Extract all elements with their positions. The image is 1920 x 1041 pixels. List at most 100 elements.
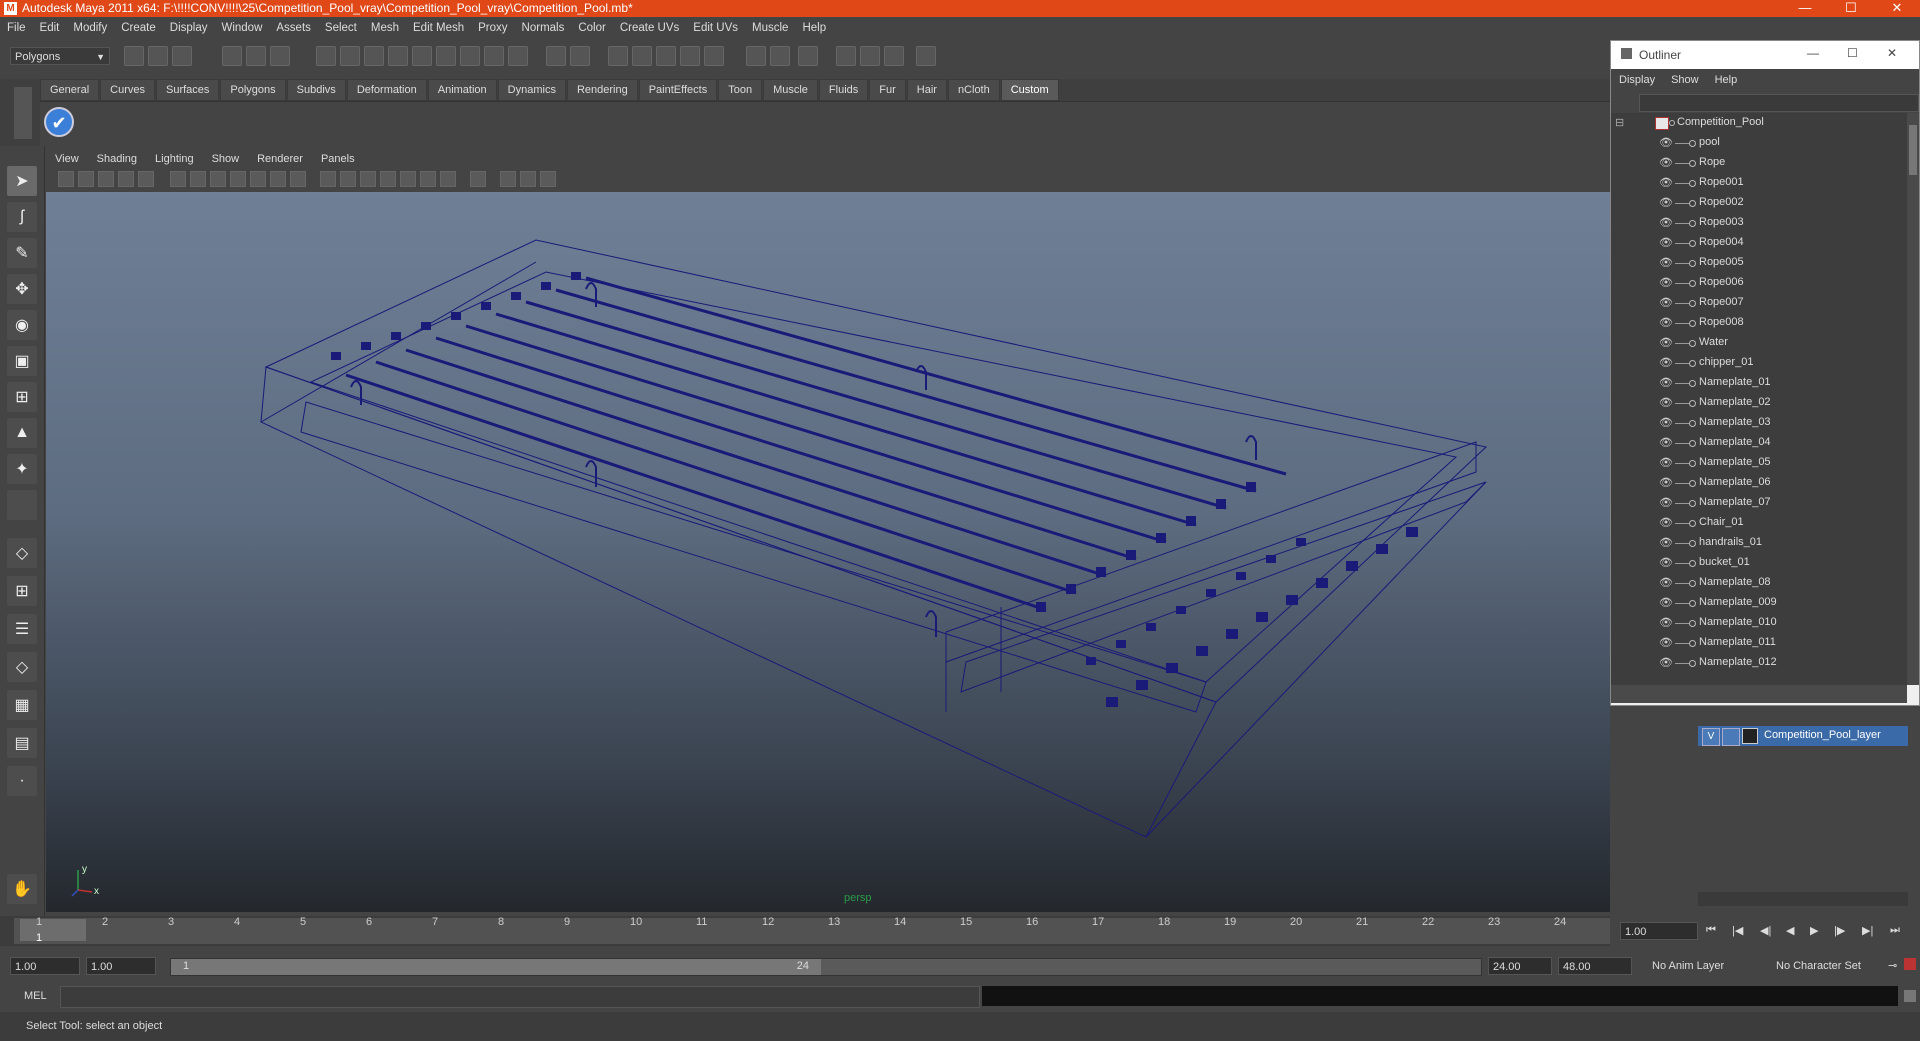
menu-display[interactable]: Display — [163, 22, 215, 34]
anim-layer-selector[interactable]: No Anim Layer — [1648, 957, 1758, 975]
outliner-item[interactable]: 👁 Nameplate_011 — [1611, 633, 1907, 653]
outliner-item[interactable]: 👁 bucket_01 — [1611, 553, 1907, 573]
universal-manipulator-icon[interactable]: ⊞ — [7, 382, 37, 412]
layout-outliner-pane-icon[interactable]: ☰ — [7, 614, 37, 644]
script-editor-icon[interactable] — [1904, 990, 1916, 1002]
outliner-item[interactable]: 👁 Nameplate_02 — [1611, 393, 1907, 413]
xray-icon[interactable] — [500, 171, 516, 187]
outliner-item[interactable]: 👁 Rope003 — [1611, 213, 1907, 233]
render-view-icon[interactable] — [836, 46, 856, 66]
select-surfaces-icon[interactable] — [412, 46, 432, 66]
new-scene-icon[interactable] — [124, 46, 144, 66]
current-frame-marker[interactable]: 1 — [20, 919, 86, 944]
outliner-item[interactable]: 👁 Nameplate_012 — [1611, 653, 1907, 673]
outliner-vertical-scrollbar[interactable] — [1907, 113, 1919, 685]
outliner-item[interactable]: 👁 Nameplate_07 — [1611, 493, 1907, 513]
outliner-item[interactable]: 👁 pool — [1611, 133, 1907, 153]
outliner-item[interactable]: 👁 Rope — [1611, 153, 1907, 173]
shelf-tab-toon[interactable]: Toon — [718, 79, 763, 101]
go-to-end-icon[interactable]: ⏭ — [1890, 924, 1900, 937]
resolution-gate-icon[interactable] — [210, 171, 226, 187]
menu-set-selector[interactable]: Polygons ▼ — [10, 47, 110, 65]
shelf-menu-handle[interactable] — [14, 87, 32, 139]
playback-start-field[interactable]: 1.00 — [86, 957, 156, 975]
camera-attributes-icon[interactable] — [78, 171, 94, 187]
layer-template-toggle[interactable] — [1722, 728, 1740, 746]
panel-menu-shading[interactable]: Shading — [88, 153, 146, 165]
layer-visibility-toggle[interactable]: V — [1702, 728, 1720, 746]
outliner-maximize-button[interactable]: ☐ — [1847, 46, 1858, 60]
menu-proxy[interactable]: Proxy — [471, 22, 514, 34]
outliner-item[interactable]: 👁 Rope002 — [1611, 193, 1907, 213]
open-scene-icon[interactable] — [148, 46, 168, 66]
select-handles-icon[interactable] — [340, 46, 360, 66]
select-tool-icon[interactable]: ➤ — [7, 166, 37, 196]
outliner-close-button[interactable]: ✕ — [1887, 46, 1897, 60]
render-frame-icon[interactable] — [798, 46, 818, 66]
last-tool-icon[interactable] — [7, 490, 37, 520]
time-slider-track[interactable] — [14, 918, 1618, 944]
shelf-tab-animation[interactable]: Animation — [427, 79, 497, 101]
perspective-viewport[interactable]: x y persp — [46, 192, 1610, 912]
ipr-render-icon[interactable] — [860, 46, 880, 66]
lock-selection-icon[interactable] — [546, 46, 566, 66]
outliner-item[interactable]: 👁 Nameplate_03 — [1611, 413, 1907, 433]
scrollbar-thumb[interactable] — [1909, 125, 1917, 175]
menu-select[interactable]: Select — [318, 22, 364, 34]
isolate-select-icon[interactable] — [470, 171, 486, 187]
move-tool-icon[interactable]: ✥ — [7, 274, 37, 304]
select-misc-icon[interactable] — [508, 46, 528, 66]
range-slider-handle[interactable]: 1 24 — [171, 959, 821, 975]
shelf-tab-painteffects[interactable]: PaintEffects — [638, 79, 718, 101]
grid-icon[interactable] — [170, 171, 186, 187]
save-scene-icon[interactable] — [172, 46, 192, 66]
panel-menu-view[interactable]: View — [46, 153, 88, 165]
make-live-icon[interactable] — [704, 46, 724, 66]
outliner-item[interactable]: 👁 Nameplate_05 — [1611, 453, 1907, 473]
2d-pan-zoom-icon[interactable] — [138, 171, 154, 187]
outliner-item[interactable]: 👁 Rope007 — [1611, 293, 1907, 313]
menu-edit-uvs[interactable]: Edit UVs — [686, 22, 745, 34]
range-slider[interactable]: 1 24 — [170, 958, 1482, 976]
shelf-tab-hair[interactable]: Hair — [906, 79, 947, 101]
shelf-tab-rendering[interactable]: Rendering — [566, 79, 638, 101]
show-manipulator-icon[interactable]: ✦ — [7, 454, 37, 484]
outliner-item[interactable]: 👁 Nameplate_009 — [1611, 593, 1907, 613]
history-icon[interactable] — [770, 46, 790, 66]
time-slider[interactable]: 1 1 2 3 4 5 6 7 8 9 10 11 12 13 14 15 16… — [0, 916, 1618, 946]
select-camera-icon[interactable] — [58, 171, 74, 187]
gate-mask-icon[interactable] — [230, 171, 246, 187]
panel-menu-lighting[interactable]: Lighting — [146, 153, 203, 165]
menu-create[interactable]: Create — [114, 22, 163, 34]
layer-scrollbar[interactable] — [1698, 892, 1908, 906]
outliner-item[interactable]: 👁 Nameplate_08 — [1611, 573, 1907, 593]
outliner-item[interactable]: 👁 handrails_01 — [1611, 533, 1907, 553]
shelf-tab-polygons[interactable]: Polygons — [220, 79, 286, 101]
hypershade-icon[interactable] — [916, 46, 936, 66]
maya-hand-icon[interactable]: ✋ — [7, 874, 37, 904]
outliner-minimize-button[interactable]: — — [1807, 46, 1819, 60]
rotate-tool-icon[interactable]: ◉ — [7, 310, 37, 340]
character-set-selector[interactable]: No Character Set — [1772, 957, 1882, 975]
panel-menu-renderer[interactable]: Renderer — [248, 153, 312, 165]
textured-icon[interactable] — [380, 171, 396, 187]
layout-four-pane-icon[interactable]: ⊞ — [7, 576, 37, 606]
command-language-label[interactable]: MEL — [24, 990, 47, 1002]
layout-single-pane-icon[interactable]: ◇ — [7, 538, 37, 568]
step-back-key-icon[interactable]: ◀| — [1760, 924, 1771, 937]
end-time-field[interactable]: 48.00 — [1558, 957, 1632, 975]
shelf-tab-dynamics[interactable]: Dynamics — [497, 79, 566, 101]
bookmarks-icon[interactable] — [98, 171, 114, 187]
mask-icon[interactable] — [316, 46, 336, 66]
shelf-tab-custom[interactable]: Custom — [1000, 79, 1059, 101]
outliner-item[interactable]: 👁 Rope008 — [1611, 313, 1907, 333]
current-time-field[interactable]: 1.00 — [1620, 922, 1698, 940]
layer-color-swatch[interactable] — [1742, 728, 1758, 744]
outliner-root[interactable]: ⊟ Competition_Pool — [1611, 113, 1907, 133]
panel-menu-show[interactable]: Show — [203, 153, 249, 165]
maximize-button[interactable]: ☐ — [1828, 0, 1874, 17]
select-joints-icon[interactable] — [364, 46, 384, 66]
auto-key-icon[interactable]: ⊸ — [1888, 959, 1897, 972]
render-settings-icon[interactable] — [884, 46, 904, 66]
layout-more-icon[interactable]: · — [7, 766, 37, 796]
